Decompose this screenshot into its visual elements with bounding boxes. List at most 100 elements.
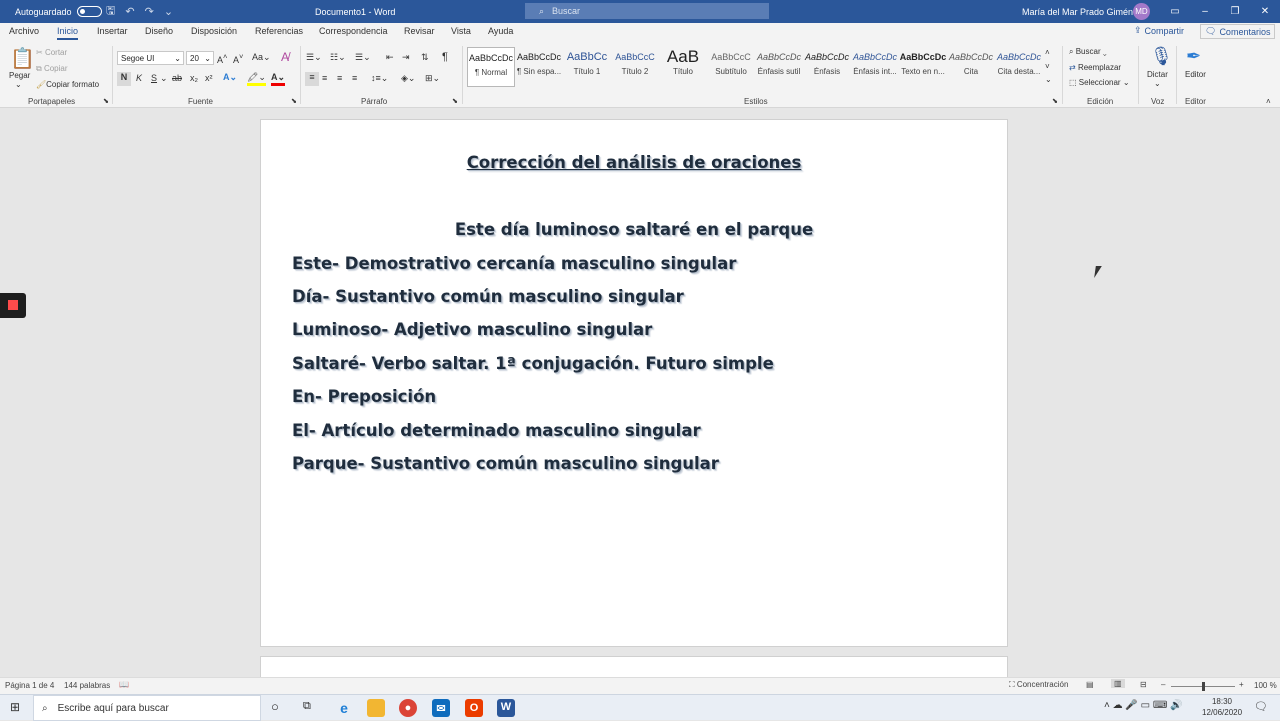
replace-button[interactable]: ⇄ Reemplazar <box>1069 63 1121 72</box>
style-item[interactable]: AaBbCcDc ¶ Sin espa... <box>515 47 563 87</box>
sentence[interactable]: Este día luminoso saltaré en el parque <box>261 220 1007 239</box>
avatar[interactable]: MD <box>1133 3 1150 20</box>
cortana-icon[interactable]: ○ <box>271 699 279 714</box>
tab-revisar[interactable]: Revisar <box>404 26 435 36</box>
styles-scroll-up-icon[interactable]: ˄ <box>1045 48 1050 57</box>
next-page[interactable] <box>260 656 1008 677</box>
format-painter-button[interactable]: 🖌Copiar formato <box>36 80 99 89</box>
clipboard-launcher-icon[interactable]: ⬊ <box>103 97 109 105</box>
analysis-line[interactable]: En- Preposición <box>292 387 436 406</box>
align-right-icon[interactable]: ≡ <box>337 73 342 83</box>
redo-icon[interactable]: ↷ <box>145 5 154 18</box>
numbering-icon[interactable]: ☷⌄ <box>330 52 346 63</box>
styles-more-icon[interactable]: ⌄ <box>1045 75 1052 84</box>
minimize-icon[interactable]: – <box>1190 6 1220 17</box>
file-explorer-icon[interactable] <box>367 699 385 717</box>
dictate-button[interactable]: Dictar <box>1147 70 1168 79</box>
notifications-icon[interactable]: 🗨 <box>1254 700 1268 713</box>
increase-indent-icon[interactable]: ⇥ <box>402 52 410 63</box>
tab-ayuda[interactable]: Ayuda <box>488 26 513 36</box>
style-item[interactable]: AaBbCcDc Énfasis <box>803 47 851 87</box>
strikethrough-icon[interactable]: ab <box>172 73 182 83</box>
analysis-line[interactable]: Día- Sustantivo común masculino singular <box>292 287 684 306</box>
zoom-out-icon[interactable]: – <box>1161 680 1165 689</box>
text-effects-icon[interactable]: A⌄ <box>223 72 237 83</box>
tab-referencias[interactable]: Referencias <box>255 26 303 36</box>
justify-icon[interactable]: ≡ <box>352 73 357 83</box>
comments-button[interactable]: 🗨 Comentarios <box>1200 24 1276 39</box>
clear-formatting-icon[interactable]: A̸ <box>281 50 289 64</box>
windows-start-icon[interactable]: ⊞ <box>10 700 20 714</box>
multilevel-list-icon[interactable]: ☰⌄ <box>355 52 371 63</box>
select-button[interactable]: ⬚ Seleccionar ⌄ <box>1069 78 1130 87</box>
tab-insertar[interactable]: Insertar <box>97 26 128 36</box>
shading-icon[interactable]: ◈⌄ <box>401 73 415 84</box>
editor-button[interactable]: Editor <box>1185 70 1206 79</box>
paste-button[interactable]: Pegar <box>9 71 30 80</box>
bold-button[interactable]: N <box>117 72 131 86</box>
style-item[interactable]: AaBbCcDc Cita <box>947 47 995 87</box>
analysis-line[interactable]: Luminoso- Adjetivo masculino singular <box>292 320 652 339</box>
italic-button[interactable]: K <box>136 73 142 83</box>
font-launcher-icon[interactable]: ⬊ <box>291 97 297 105</box>
zoom-slider-thumb[interactable] <box>1202 682 1205 691</box>
autosave-toggle[interactable] <box>76 6 102 17</box>
page-count[interactable]: Página 1 de 4 <box>5 681 54 690</box>
mail-icon[interactable]: ✉ <box>432 699 450 717</box>
subscript-icon[interactable]: x₂ <box>190 73 198 83</box>
style-item[interactable]: AaBbCcDc Énfasis sutil <box>755 47 803 87</box>
restore-icon[interactable]: ❐ <box>1220 6 1250 17</box>
document-canvas[interactable]: Corrección del análisis de oraciones Est… <box>0 108 1280 677</box>
styles-launcher-icon[interactable]: ⬊ <box>1052 97 1058 105</box>
line-spacing-icon[interactable]: ↕≡⌄ <box>371 73 388 84</box>
tab-inicio[interactable]: Inicio <box>57 26 79 40</box>
record-stop-icon[interactable] <box>0 293 26 318</box>
copy-button[interactable]: ⧉ Copiar <box>36 64 68 74</box>
style-item[interactable]: AaBbCcDc ¶ Normal <box>467 47 515 87</box>
align-left-icon[interactable]: ≡ <box>305 72 319 86</box>
underline-dropdown-icon[interactable]: ⌄ <box>160 73 168 84</box>
edge-icon[interactable]: e <box>335 699 353 717</box>
show-marks-icon[interactable]: ¶ <box>442 51 448 63</box>
zoom-level[interactable]: 100 % <box>1254 681 1277 690</box>
font-name-combo[interactable]: Segoe UI ⌄ <box>117 51 184 65</box>
taskbar-search[interactable]: ⌕ Escribe aquí para buscar <box>33 695 261 721</box>
font-color-icon[interactable]: A⌄ <box>271 72 286 86</box>
grow-font-icon[interactable]: A˄ <box>217 52 227 65</box>
web-layout-icon[interactable]: ⊟ <box>1140 680 1147 689</box>
office-icon[interactable]: O <box>465 699 483 717</box>
document-title[interactable]: Corrección del análisis de oraciones <box>261 153 1007 172</box>
tab-correspondencia[interactable]: Correspondencia <box>319 26 388 36</box>
analysis-line[interactable]: Saltaré- Verbo saltar. 1ª conjugación. F… <box>292 354 774 373</box>
ribbon-display-icon[interactable]: ▭ <box>1160 6 1190 17</box>
analysis-line[interactable]: El- Artículo determinado masculino singu… <box>292 421 701 440</box>
clock-date[interactable]: 12/06/2020 <box>1202 708 1242 717</box>
microphone-icon[interactable]: 🎙 <box>1150 46 1173 67</box>
clock-time[interactable]: 18:30 <box>1202 697 1242 706</box>
paste-icon[interactable]: 📋 <box>10 46 35 71</box>
dictate-dropdown-icon[interactable]: ⌄ <box>1154 79 1161 88</box>
bullets-icon[interactable]: ☰⌄ <box>306 52 322 63</box>
font-size-combo[interactable]: 20 ⌄ <box>186 51 214 65</box>
style-item[interactable]: AaBbCcC Título 2 <box>611 47 659 87</box>
style-item[interactable]: AaB Título <box>659 47 707 87</box>
customize-toolbar-icon[interactable]: ⌄ <box>164 5 173 18</box>
close-icon[interactable]: ✕ <box>1250 6 1280 17</box>
style-item[interactable]: AaBbCcDc Cita desta... <box>995 47 1043 87</box>
tab-disposicion[interactable]: Disposición <box>191 26 237 36</box>
borders-icon[interactable]: ⊞⌄ <box>425 73 440 84</box>
task-view-icon[interactable]: ⧉ <box>303 700 311 713</box>
tab-vista[interactable]: Vista <box>451 26 471 36</box>
undo-icon[interactable]: ↶ <box>125 5 134 18</box>
sort-icon[interactable]: ⇅ <box>421 52 429 63</box>
save-icon[interactable]: 🖫 <box>106 2 115 21</box>
focus-mode-button[interactable]: ⛶ Concentración <box>1009 680 1068 690</box>
proofing-icon[interactable]: 📖 <box>119 680 129 689</box>
style-item[interactable]: AaBbCcDc Énfasis int... <box>851 47 899 87</box>
align-center-icon[interactable]: ≡ <box>322 73 327 83</box>
share-button[interactable]: ⇪ Compartir <box>1134 25 1184 36</box>
cut-button[interactable]: ✂ Cortar <box>36 48 67 57</box>
paste-dropdown-icon[interactable]: ⌄ <box>15 80 22 89</box>
highlight-icon[interactable]: 🖍⌄ <box>247 72 266 86</box>
user-name[interactable]: María del Mar Prado Giménez <box>1022 0 1143 23</box>
